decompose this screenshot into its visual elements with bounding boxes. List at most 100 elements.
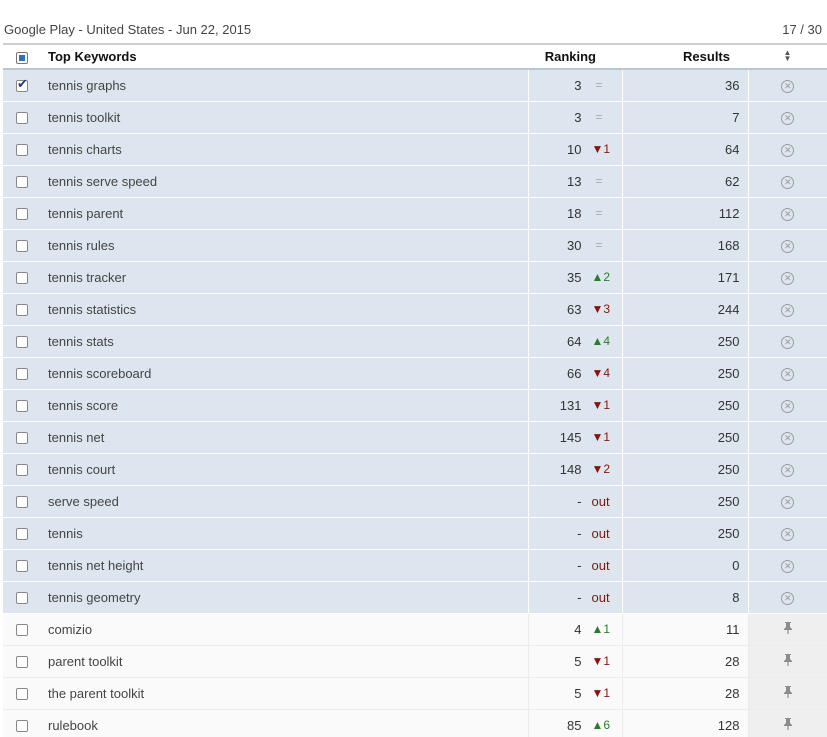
row-checkbox[interactable]	[16, 304, 28, 317]
remove-icon[interactable]: ✕	[781, 560, 795, 573]
remove-icon[interactable]: ✕	[781, 112, 795, 125]
row-checkbox[interactable]	[16, 592, 28, 605]
remove-icon[interactable]: ✕	[781, 304, 795, 317]
row-checkbox-cell[interactable]	[3, 613, 41, 646]
table-row[interactable]: tennis geometry - out 8 ✕	[3, 581, 827, 614]
row-action-cell[interactable]: ✕	[748, 261, 827, 294]
row-checkbox-cell[interactable]	[3, 517, 41, 550]
table-row[interactable]: serve speed - out 250 ✕	[3, 485, 827, 518]
row-checkbox[interactable]	[16, 176, 28, 189]
row-checkbox[interactable]	[16, 496, 28, 509]
row-checkbox[interactable]	[16, 464, 28, 477]
table-row[interactable]: tennis tracker 35 ▲2 171 ✕	[3, 261, 827, 294]
row-checkbox[interactable]	[16, 432, 28, 445]
sort-toggle[interactable]: ▲ ▼	[748, 43, 827, 70]
row-checkbox-cell[interactable]	[3, 261, 41, 294]
row-checkbox-cell[interactable]	[3, 581, 41, 614]
remove-icon[interactable]: ✕	[781, 368, 795, 381]
row-checkbox-cell[interactable]	[3, 357, 41, 390]
row-action-cell[interactable]: ✕	[748, 549, 827, 582]
row-action-cell[interactable]: ✕	[748, 453, 827, 486]
row-action-cell[interactable]: ✕	[748, 165, 827, 198]
remove-icon[interactable]: ✕	[781, 176, 795, 189]
row-checkbox-cell[interactable]	[3, 709, 41, 737]
row-action-cell[interactable]	[748, 709, 827, 737]
row-action-cell[interactable]: ✕	[748, 357, 827, 390]
table-row[interactable]: tennis score 131 ▼1 250 ✕	[3, 389, 827, 422]
remove-icon[interactable]: ✕	[781, 144, 795, 157]
row-action-cell[interactable]: ✕	[748, 421, 827, 454]
pin-icon[interactable]	[782, 653, 794, 667]
row-checkbox-cell[interactable]	[3, 325, 41, 358]
table-row[interactable]: the parent toolkit 5 ▼1 28	[3, 677, 827, 710]
table-row[interactable]: tennis toolkit 3 = 7 ✕	[3, 101, 827, 134]
row-action-cell[interactable]: ✕	[748, 581, 827, 614]
row-checkbox[interactable]	[16, 112, 28, 125]
table-row[interactable]: tennis court 148 ▼2 250 ✕	[3, 453, 827, 486]
row-action-cell[interactable]: ✕	[748, 197, 827, 230]
row-checkbox-cell[interactable]	[3, 229, 41, 262]
table-row[interactable]: tennis statistics 63 ▼3 244 ✕	[3, 293, 827, 326]
remove-icon[interactable]: ✕	[781, 336, 795, 349]
row-checkbox[interactable]	[16, 368, 28, 381]
remove-icon[interactable]: ✕	[781, 432, 795, 445]
remove-icon[interactable]: ✕	[781, 80, 795, 94]
table-row[interactable]: tennis - out 250 ✕	[3, 517, 827, 550]
row-checkbox-cell[interactable]	[3, 453, 41, 486]
table-row[interactable]: tennis stats 64 ▲4 250 ✕	[3, 325, 827, 358]
table-row[interactable]: rulebook 85 ▲6 128	[3, 709, 827, 737]
row-action-cell[interactable]: ✕	[748, 293, 827, 326]
column-header-ranking[interactable]: Ranking	[528, 43, 622, 70]
row-checkbox[interactable]	[16, 656, 28, 669]
row-action-cell[interactable]: ✕	[748, 517, 827, 550]
table-row[interactable]: tennis serve speed 13 = 62 ✕	[3, 165, 827, 198]
row-checkbox-cell[interactable]	[3, 133, 41, 166]
row-checkbox[interactable]	[16, 688, 28, 701]
table-row[interactable]: tennis net height - out 0 ✕	[3, 549, 827, 582]
row-checkbox[interactable]	[16, 624, 28, 637]
row-action-cell[interactable]: ✕	[748, 389, 827, 422]
row-checkbox[interactable]	[16, 272, 28, 285]
row-checkbox-cell[interactable]	[3, 389, 41, 422]
pin-icon[interactable]	[782, 621, 794, 635]
remove-icon[interactable]: ✕	[781, 240, 795, 253]
row-checkbox-cell[interactable]	[3, 101, 41, 134]
row-checkbox[interactable]	[16, 144, 28, 157]
table-row[interactable]: tennis rules 30 = 168 ✕	[3, 229, 827, 262]
row-action-cell[interactable]	[748, 613, 827, 646]
table-row[interactable]: comizio 4 ▲1 11	[3, 613, 827, 646]
row-checkbox-cell[interactable]	[3, 165, 41, 198]
row-checkbox-cell[interactable]	[3, 549, 41, 582]
row-checkbox[interactable]	[16, 560, 28, 573]
row-action-cell[interactable]: ✕	[748, 229, 827, 262]
column-header-keyword[interactable]: Top Keywords	[41, 43, 528, 70]
remove-icon[interactable]: ✕	[781, 208, 795, 221]
row-checkbox-cell[interactable]	[3, 677, 41, 710]
row-checkbox[interactable]	[16, 76, 28, 93]
remove-icon[interactable]: ✕	[781, 272, 795, 285]
row-checkbox-cell[interactable]	[3, 69, 41, 102]
remove-icon[interactable]: ✕	[781, 464, 795, 477]
table-row[interactable]: tennis charts 10 ▼1 64 ✕	[3, 133, 827, 166]
remove-icon[interactable]: ✕	[781, 496, 795, 509]
pin-icon[interactable]	[782, 685, 794, 699]
table-row[interactable]: parent toolkit 5 ▼1 28	[3, 645, 827, 678]
row-action-cell[interactable]	[748, 645, 827, 678]
sort-icon[interactable]: ▲ ▼	[784, 49, 792, 63]
select-all-box[interactable]	[16, 51, 28, 64]
table-row[interactable]: tennis net 145 ▼1 250 ✕	[3, 421, 827, 454]
pin-icon[interactable]	[782, 717, 794, 731]
table-row[interactable]: tennis scoreboard 66 ▼4 250 ✕	[3, 357, 827, 390]
remove-icon[interactable]: ✕	[781, 400, 795, 413]
row-checkbox[interactable]	[16, 528, 28, 541]
row-action-cell[interactable]: ✕	[748, 101, 827, 134]
row-checkbox-cell[interactable]	[3, 293, 41, 326]
row-checkbox-cell[interactable]	[3, 645, 41, 678]
row-checkbox[interactable]	[16, 400, 28, 413]
row-checkbox[interactable]	[16, 208, 28, 221]
row-action-cell[interactable]: ✕	[748, 133, 827, 166]
row-checkbox-cell[interactable]	[3, 197, 41, 230]
row-action-cell[interactable]: ✕	[748, 325, 827, 358]
row-checkbox-cell[interactable]	[3, 421, 41, 454]
row-action-cell[interactable]: ✕	[748, 69, 827, 102]
